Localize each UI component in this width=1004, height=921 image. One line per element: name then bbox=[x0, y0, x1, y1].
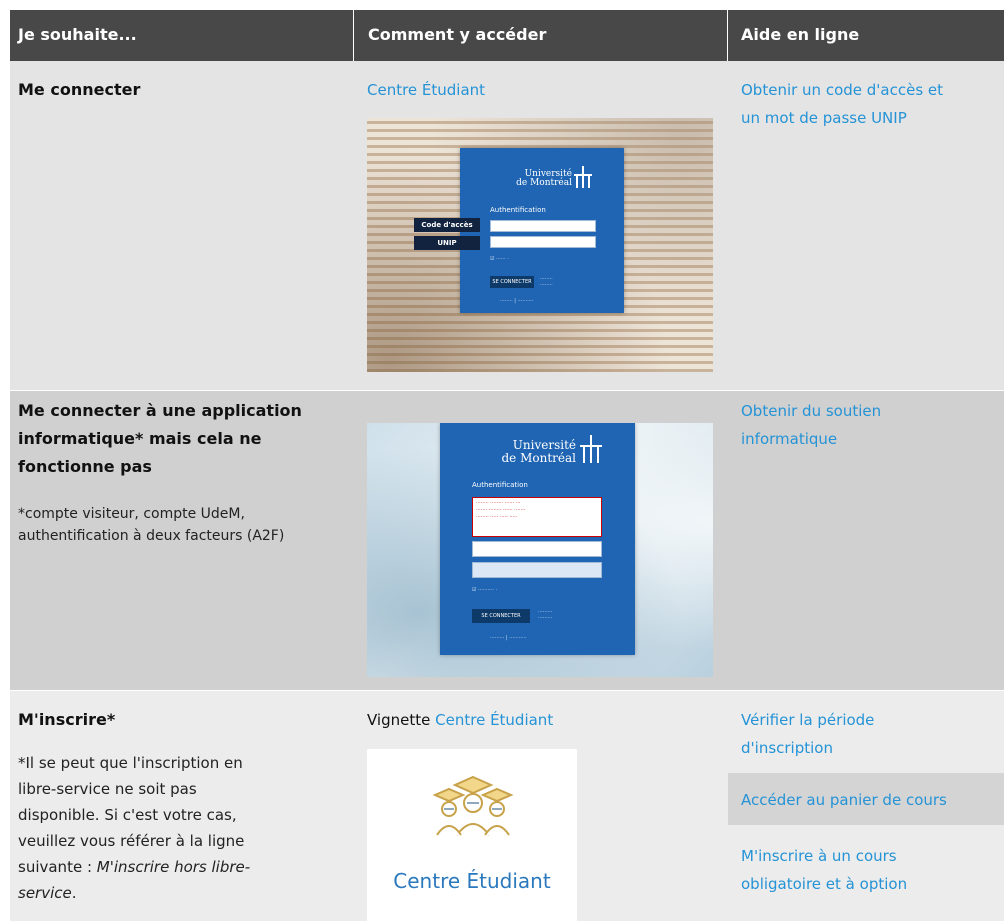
row-note-line: *Il se peut que l'inscription en bbox=[18, 754, 243, 772]
access-code-field bbox=[490, 220, 596, 232]
row-title: M'inscrire* bbox=[18, 710, 116, 729]
header-col-access: Comment y accéder bbox=[368, 25, 547, 44]
tile-label: Centre Étudiant bbox=[393, 869, 551, 893]
connect-button: SE CONNECTER bbox=[472, 609, 530, 623]
graduates-icon bbox=[432, 775, 514, 836]
row-note-line: libre-service ne soit pas bbox=[18, 780, 197, 798]
login-panel: Université de Montréal Authentification … bbox=[440, 423, 635, 655]
help-link-line[interactable]: informatique bbox=[741, 425, 837, 453]
centre-etudiant-tile[interactable]: Centre Étudiant bbox=[367, 749, 577, 921]
row-note-text: suivante : bbox=[18, 858, 97, 876]
row-title-line: Me connecter à une application bbox=[18, 401, 302, 420]
header-divider bbox=[727, 10, 728, 61]
row-title: Me connecter bbox=[18, 80, 141, 99]
row-note-line: authentification à deux facteurs (A2F) bbox=[18, 528, 285, 544]
brand-name: de Montréal bbox=[516, 178, 572, 189]
udem-logo-icon bbox=[574, 166, 592, 188]
row-note-line: suivante : M'inscrire hors libre- bbox=[18, 854, 250, 880]
centre-etudiant-link[interactable]: Centre Étudiant bbox=[367, 76, 485, 104]
row-note: *Il se peut que l'inscription en libre-s… bbox=[18, 750, 250, 906]
password-field bbox=[472, 562, 602, 578]
access-code-tag: Code d'accès bbox=[414, 218, 480, 232]
help-link-line[interactable]: M'inscrire à un cours bbox=[741, 842, 897, 870]
row-title-line: fonctionne pas bbox=[18, 457, 152, 476]
help-link-line[interactable]: Vérifier la période bbox=[741, 706, 874, 734]
row-note-line: *compte visiteur, compte UdeM, bbox=[18, 506, 245, 522]
password-field bbox=[490, 236, 596, 248]
help-link-line[interactable]: obligatoire et à option bbox=[741, 870, 907, 898]
help-link-line[interactable]: d'inscription bbox=[741, 734, 833, 762]
help-link-line[interactable]: Obtenir du soutien bbox=[741, 397, 881, 425]
public-device-checkbox: ☑ ······ · bbox=[490, 256, 509, 262]
header-col-wish: Je souhaite... bbox=[18, 25, 137, 44]
row-note-link-text: service bbox=[18, 884, 72, 902]
row-title: Me connecter à une application informati… bbox=[18, 397, 302, 481]
auth-label: Authentification bbox=[490, 206, 546, 214]
footer-links: ········· | ··········· bbox=[490, 635, 527, 641]
row-note-text: . bbox=[71, 884, 77, 902]
error-message: ········ ········ ······ ··· ······· ····… bbox=[472, 497, 602, 537]
brand-name: Université bbox=[512, 438, 576, 452]
centre-etudiant-link[interactable]: Centre Étudiant bbox=[435, 711, 553, 729]
access-instructions: Vignette Centre Étudiant bbox=[367, 706, 553, 734]
row-note-line: disponible. Si c'est votre cas, bbox=[18, 806, 237, 824]
footer-links: ········ | ·········· bbox=[500, 298, 534, 304]
login-screenshot: Université de Montréal Authentification … bbox=[367, 118, 713, 372]
brand-name: de Montréal bbox=[501, 450, 577, 465]
row-note-line: service. bbox=[18, 880, 250, 906]
row-note: *compte visiteur, compte UdeM, authentif… bbox=[18, 503, 284, 547]
row-note-line: veuillez vous référer à la ligne bbox=[18, 832, 245, 850]
forgot-password-link: ········ ········ bbox=[540, 276, 553, 288]
row-title-line: informatique* mais cela ne bbox=[18, 429, 262, 448]
header-col-help: Aide en ligne bbox=[741, 25, 860, 44]
access-code-field bbox=[472, 541, 602, 557]
auth-label: Authentification bbox=[472, 481, 528, 489]
table-header: Je souhaite... Comment y accéder Aide en… bbox=[10, 10, 1004, 61]
help-link-line[interactable]: un mot de passe UNIP bbox=[741, 104, 907, 132]
login-error-screenshot: Université de Montréal Authentification … bbox=[367, 423, 713, 677]
udem-logo-icon bbox=[580, 435, 602, 463]
forgot-password-link: ········· ········· bbox=[538, 609, 553, 621]
help-link-line[interactable]: Obtenir un code d'accès et bbox=[741, 76, 943, 104]
public-device-checkbox: ☑ ·········· · bbox=[472, 587, 498, 593]
header-divider bbox=[353, 10, 354, 61]
row-note-link-text: M'inscrire hors libre- bbox=[96, 858, 251, 876]
access-prefix: Vignette bbox=[367, 711, 431, 729]
login-panel: Université de Montréal Authentification … bbox=[460, 148, 624, 313]
unip-tag: UNIP bbox=[414, 236, 480, 250]
course-cart-link[interactable]: Accéder au panier de cours bbox=[741, 786, 947, 814]
connect-button: SE CONNECTER bbox=[490, 276, 534, 288]
